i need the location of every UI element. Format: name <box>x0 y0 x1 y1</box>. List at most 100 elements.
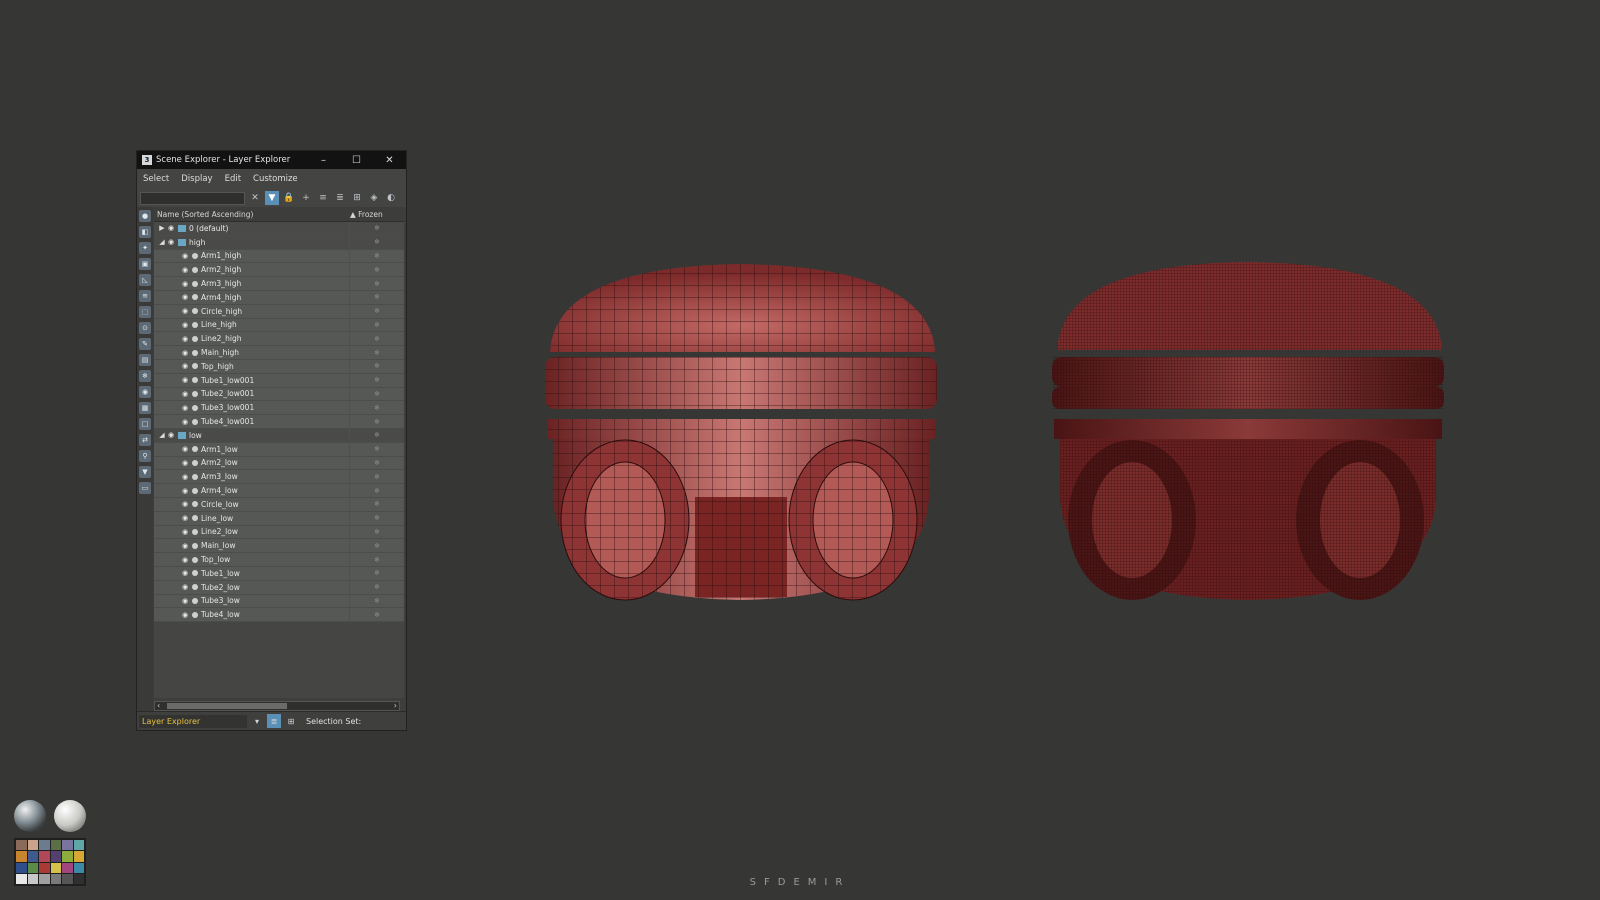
dropdown-arrow-icon[interactable]: ▾ <box>250 714 264 728</box>
minimize-button[interactable]: – <box>307 155 340 166</box>
display-lights-icon[interactable]: ✦ <box>139 242 151 254</box>
display-bones-icon[interactable]: ✎ <box>139 338 151 350</box>
visibility-eye-icon[interactable]: ◉ <box>180 252 190 260</box>
frozen-snowflake-icon[interactable]: ❄ <box>349 318 404 332</box>
clear-search-icon[interactable]: ✕ <box>248 191 262 205</box>
visibility-eye-icon[interactable]: ◉ <box>180 349 190 357</box>
frozen-snowflake-icon[interactable]: ❄ <box>349 277 404 290</box>
frozen-snowflake-icon[interactable]: ❄ <box>349 290 404 304</box>
object-row[interactable]: ◉ Arm4_high ❄ <box>154 290 404 305</box>
object-row[interactable]: ◉ Tube3_low001 ❄ <box>154 401 404 416</box>
display-invert-icon[interactable]: ⇄ <box>139 434 151 446</box>
frozen-snowflake-icon[interactable]: ❄ <box>349 539 404 553</box>
frozen-snowflake-icon[interactable]: ❄ <box>349 332 404 346</box>
visibility-eye-icon[interactable]: ◉ <box>180 418 190 426</box>
display-geometry-icon[interactable]: ● <box>139 210 151 222</box>
visibility-eye-icon[interactable]: ◉ <box>180 556 190 564</box>
object-row[interactable]: ◉ Tube3_low ❄ <box>154 594 404 609</box>
display-spacewarps-icon[interactable]: ≋ <box>139 290 151 302</box>
layer-stack-icon[interactable]: ≣ <box>333 191 347 205</box>
visibility-eye-icon[interactable]: ◉ <box>180 321 190 329</box>
visibility-eye-icon[interactable]: ◉ <box>180 404 190 412</box>
visibility-eye-icon[interactable]: ◉ <box>180 266 190 274</box>
visibility-eye-icon[interactable]: ◉ <box>180 583 190 591</box>
frozen-snowflake-icon[interactable]: ❄ <box>349 484 404 497</box>
frozen-snowflake-icon[interactable]: ❄ <box>349 222 404 235</box>
object-row[interactable]: ◉ Tube4_low001 ❄ <box>154 415 404 429</box>
selection-icon[interactable]: ▭ <box>139 482 151 494</box>
object-row[interactable]: ◉ Arm3_high ❄ <box>154 277 404 291</box>
visibility-eye-icon[interactable]: ◉ <box>180 487 190 495</box>
lock-icon[interactable]: 🔒 <box>282 191 296 205</box>
visibility-eye-icon[interactable]: ◉ <box>166 238 176 246</box>
object-row[interactable]: ◉ Line2_high ❄ <box>154 332 404 347</box>
expand-toggle-icon[interactable]: ▶ <box>158 224 166 232</box>
visibility-eye-icon[interactable]: ◉ <box>180 611 190 619</box>
display-none-icon[interactable]: □ <box>139 418 151 430</box>
hierarchy-icon[interactable]: ⊞ <box>350 191 364 205</box>
object-row[interactable]: ◉ Top_low ❄ <box>154 553 404 567</box>
frozen-snowflake-icon[interactable]: ❄ <box>349 497 404 511</box>
visibility-eye-icon[interactable]: ◉ <box>180 445 190 453</box>
object-row[interactable]: ◉ Arm2_low ❄ <box>154 456 404 471</box>
maximize-button[interactable]: ☐ <box>340 155 373 166</box>
frozen-snowflake-icon[interactable]: ❄ <box>349 346 404 359</box>
horizontal-scrollbar[interactable]: ‹ › <box>154 701 400 711</box>
visibility-eye-icon[interactable]: ◉ <box>180 500 190 508</box>
menu-customize[interactable]: Customize <box>253 174 298 184</box>
visibility-eye-icon[interactable]: ◉ <box>180 362 190 370</box>
object-row[interactable]: ◉ Main_low ❄ <box>154 539 404 554</box>
layer-row[interactable]: ▶ ◉ 0 (default) ❄ <box>154 222 404 236</box>
visibility-eye-icon[interactable]: ◉ <box>180 459 190 467</box>
scroll-left-icon[interactable]: ‹ <box>157 701 160 710</box>
display-containers-icon[interactable]: ▤ <box>139 354 151 366</box>
display-helpers-icon[interactable]: ◺ <box>139 274 151 286</box>
column-name[interactable]: Name (Sorted Ascending) <box>154 210 350 219</box>
frozen-snowflake-icon[interactable]: ❄ <box>349 235 404 249</box>
display-all-icon[interactable]: ▦ <box>139 402 151 414</box>
visibility-eye-icon[interactable]: ◉ <box>180 293 190 301</box>
display-hidden-icon[interactable]: ◉ <box>139 386 151 398</box>
visibility-eye-icon[interactable]: ◉ <box>180 390 190 398</box>
display-frozen-icon[interactable]: ❄ <box>139 370 151 382</box>
frozen-snowflake-icon[interactable]: ❄ <box>349 387 404 401</box>
title-bar[interactable]: 3 Scene Explorer - Layer Explorer – ☐ ✕ <box>137 151 406 169</box>
frozen-snowflake-icon[interactable]: ❄ <box>349 263 404 277</box>
scroll-right-icon[interactable]: › <box>394 701 397 710</box>
object-row[interactable]: ◉ Tube2_low ❄ <box>154 580 404 595</box>
object-row[interactable]: ◉ Line2_low ❄ <box>154 525 404 540</box>
find-icon[interactable]: ⚲ <box>139 450 151 462</box>
column-frozen[interactable]: ▲ Frozen <box>350 210 404 219</box>
frozen-snowflake-icon[interactable]: ❄ <box>349 373 404 387</box>
visibility-eye-icon[interactable]: ◉ <box>166 431 176 439</box>
frozen-snowflake-icon[interactable]: ❄ <box>349 525 404 539</box>
visibility-eye-icon[interactable]: ◉ <box>180 307 190 315</box>
object-row[interactable]: ◉ Circle_low ❄ <box>154 497 404 512</box>
layer-row[interactable]: ◢ ◉ low ❄ <box>154 428 404 443</box>
frozen-snowflake-icon[interactable]: ❄ <box>349 401 404 415</box>
frozen-snowflake-icon[interactable]: ❄ <box>349 249 404 263</box>
layer-mode-icon[interactable]: ≣ <box>267 714 281 728</box>
frozen-snowflake-icon[interactable]: ❄ <box>349 456 404 470</box>
object-row[interactable]: ◉ Line_high ❄ <box>154 318 404 333</box>
search-input[interactable] <box>140 191 245 205</box>
visibility-eye-icon[interactable]: ◉ <box>180 335 190 343</box>
frozen-snowflake-icon[interactable]: ❄ <box>349 359 404 373</box>
expand-toggle-icon[interactable]: ◢ <box>158 431 166 439</box>
menu-display[interactable]: Display <box>181 174 212 184</box>
frozen-snowflake-icon[interactable]: ❄ <box>349 415 404 428</box>
frozen-snowflake-icon[interactable]: ❄ <box>349 566 404 580</box>
object-row[interactable]: ◉ Line_low ❄ <box>154 511 404 526</box>
object-row[interactable]: ◉ Arm4_low ❄ <box>154 484 404 498</box>
frozen-snowflake-icon[interactable]: ❄ <box>349 553 404 566</box>
object-row[interactable]: ◉ Top_high ❄ <box>154 359 404 374</box>
object-row[interactable]: ◉ Tube1_low ❄ <box>154 566 404 581</box>
close-button[interactable]: ✕ <box>373 155 406 166</box>
visibility-eye-icon[interactable]: ◉ <box>180 473 190 481</box>
object-row[interactable]: ◉ Arm1_high ❄ <box>154 249 404 264</box>
frozen-snowflake-icon[interactable]: ❄ <box>349 428 404 442</box>
frozen-snowflake-icon[interactable]: ❄ <box>349 442 404 456</box>
add-to-layer-icon[interactable]: ≡ <box>316 191 330 205</box>
visibility-eye-icon[interactable]: ◉ <box>180 376 190 384</box>
visibility-eye-icon[interactable]: ◉ <box>180 528 190 536</box>
